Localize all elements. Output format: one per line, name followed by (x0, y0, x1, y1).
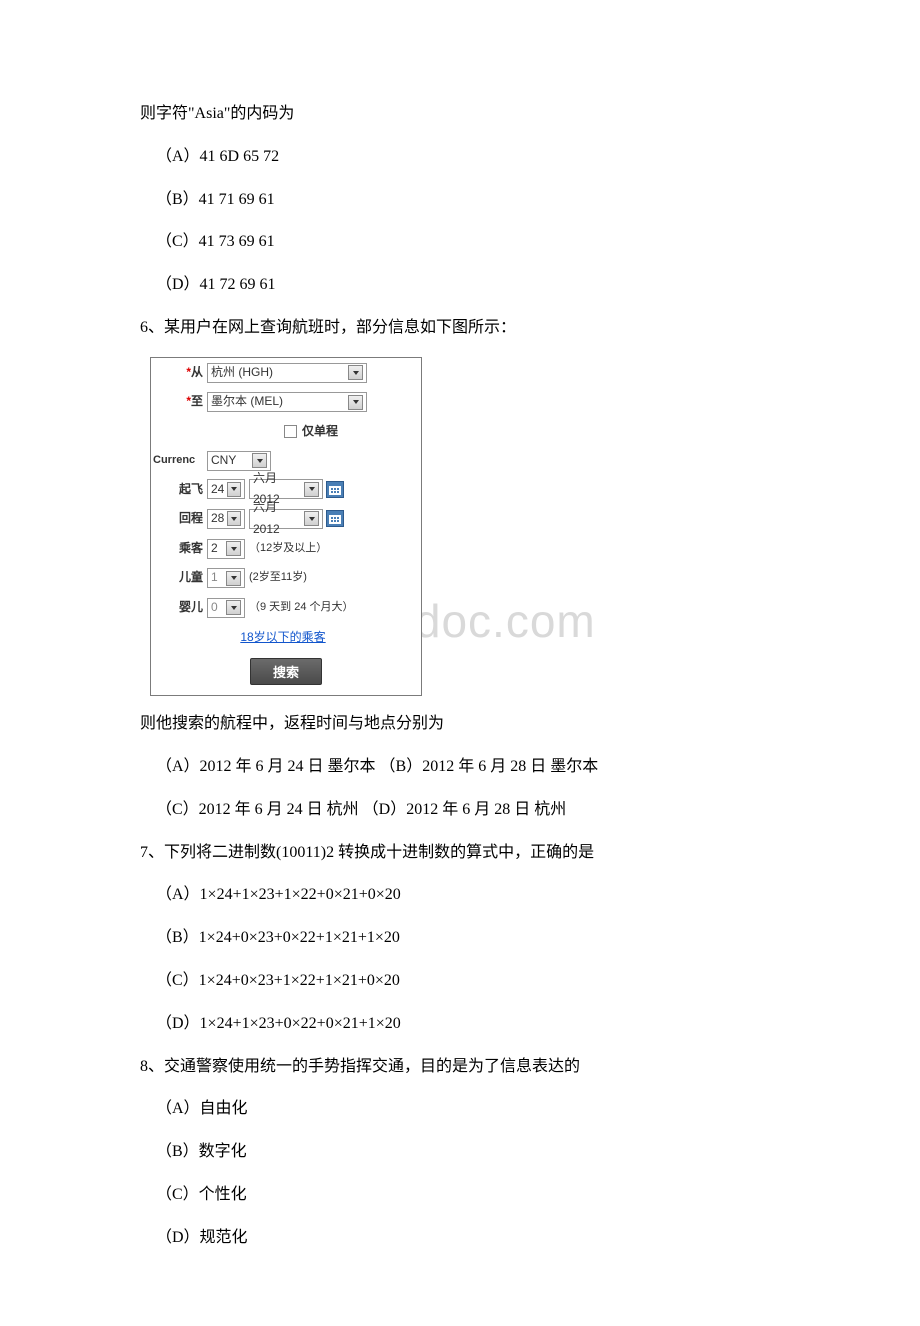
oneway-checkbox[interactable] (284, 425, 297, 438)
from-value: 杭州 (HGH) (211, 362, 345, 384)
infant-value: 0 (211, 597, 223, 619)
calendar-icon[interactable] (326, 481, 344, 498)
q7-option-b: （B）1×24+0×23+0×22+1×21+1×20 (140, 924, 790, 953)
child-value: 1 (211, 567, 223, 589)
q5-prompt: 则字符"Asia"的内码为 (140, 100, 790, 129)
pax-value: 2 (211, 538, 223, 560)
return-month-value: 六月 2012 (253, 497, 301, 540)
depart-day-select[interactable]: 24 (207, 479, 245, 499)
to-value: 墨尔本 (MEL) (211, 391, 345, 413)
pax-hint: （12岁及以上） (249, 539, 327, 559)
q8-option-d: （D）规范化 (140, 1224, 790, 1253)
q5-option-b: （B）41 71 69 61 (140, 186, 790, 215)
to-label: *至 (151, 391, 207, 413)
chevron-down-icon (252, 453, 267, 468)
infant-hint: （9 天到 24 个月大） (249, 598, 354, 618)
q6-after: 则他搜索的航程中，返程时间与地点分别为 (140, 710, 790, 739)
flight-search-form: *从 杭州 (HGH) *至 墨尔本 (MEL) 仅单程 Currenc CNY… (150, 357, 422, 696)
q7-stem: 7、下列将二进制数(10011)2 转换成十进制数的算式中，正确的是 (140, 839, 790, 868)
chevron-down-icon (227, 482, 241, 497)
search-button[interactable]: 搜索 (250, 658, 322, 685)
chevron-down-icon (226, 600, 241, 615)
q7-option-d: （D）1×24+1×23+0×22+0×21+1×20 (140, 1010, 790, 1039)
from-label: *从 (151, 362, 207, 384)
q6-option-cd: （C）2012 年 6 月 24 日 杭州 （D）2012 年 6 月 28 日… (140, 796, 790, 825)
q8-option-c: （C）个性化 (140, 1181, 790, 1210)
chevron-down-icon (226, 571, 241, 586)
chevron-down-icon (348, 395, 363, 410)
return-month-select[interactable]: 六月 2012 (249, 509, 323, 529)
q5-option-a: （A）41 6D 65 72 (140, 143, 790, 172)
q5-option-c: （C）41 73 69 61 (140, 228, 790, 257)
q6-stem: 6、某用户在网上查询航班时，部分信息如下图所示： (140, 314, 790, 343)
infant-select[interactable]: 0 (207, 598, 245, 618)
depart-label: 起飞 (151, 479, 207, 501)
currency-label: Currenc (151, 451, 207, 471)
calendar-icon[interactable] (326, 510, 344, 527)
q6-option-ab: （A）2012 年 6 月 24 日 墨尔本 （B）2012 年 6 月 28 … (140, 753, 790, 782)
q7-option-c: （C）1×24+0×23+1×22+1×21+0×20 (140, 967, 790, 996)
return-label: 回程 (151, 508, 207, 530)
chevron-down-icon (348, 365, 363, 380)
pax-label: 乘客 (151, 538, 207, 560)
from-select[interactable]: 杭州 (HGH) (207, 363, 367, 383)
q8-stem: 8、交通警察使用统一的手势指挥交通，目的是为了信息表达的 (140, 1053, 790, 1082)
child-select[interactable]: 1 (207, 568, 245, 588)
chevron-down-icon (226, 541, 241, 556)
minor-passenger-link[interactable]: 18岁以下的乘客 (240, 627, 325, 649)
oneway-label: 仅单程 (302, 421, 338, 443)
depart-month-select[interactable]: 六月 2012 (249, 479, 323, 499)
pax-select[interactable]: 2 (207, 539, 245, 559)
q8-option-a: （A）自由化 (140, 1095, 790, 1124)
depart-day-value: 24 (211, 479, 224, 501)
to-select[interactable]: 墨尔本 (MEL) (207, 392, 367, 412)
q8-option-b: （B）数字化 (140, 1138, 790, 1167)
return-day-select[interactable]: 28 (207, 509, 245, 529)
infant-label: 婴儿 (151, 597, 207, 619)
q5-option-d: （D）41 72 69 61 (140, 271, 790, 300)
chevron-down-icon (227, 511, 241, 526)
q7-option-a: （A）1×24+1×23+1×22+0×21+0×20 (140, 881, 790, 910)
child-hint: (2岁至11岁) (249, 568, 307, 588)
currency-value: CNY (211, 450, 249, 472)
return-day-value: 28 (211, 508, 224, 530)
chevron-down-icon (304, 482, 319, 497)
chevron-down-icon (304, 511, 319, 526)
child-label: 儿童 (151, 567, 207, 589)
